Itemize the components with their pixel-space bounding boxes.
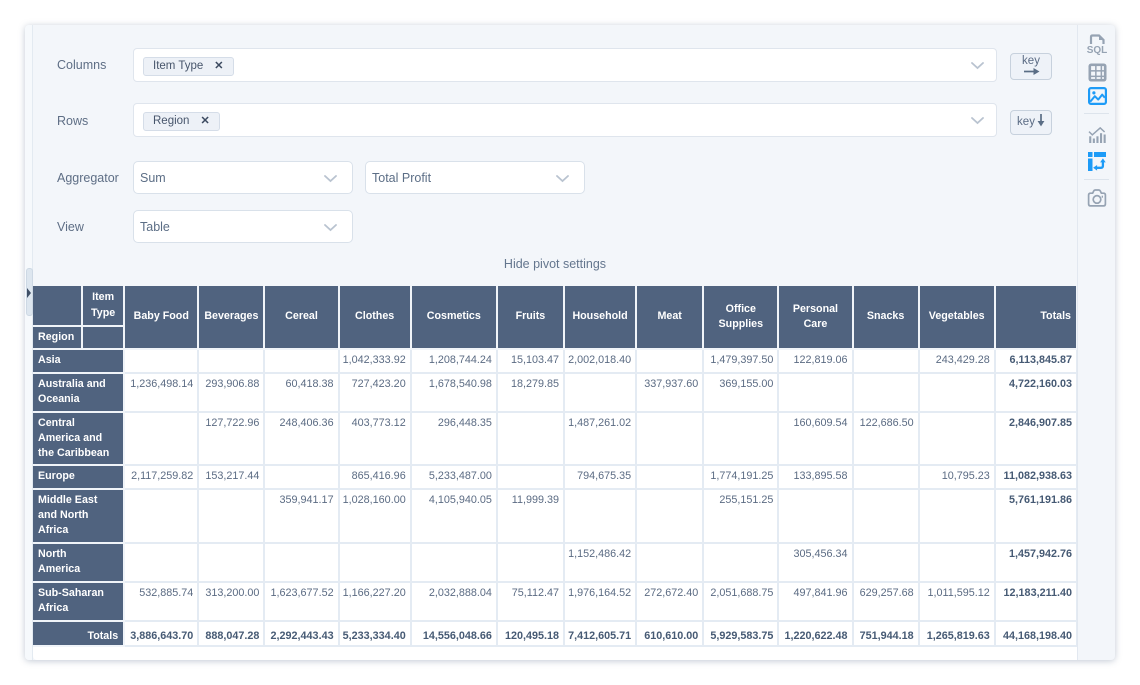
svg-text:SQL: SQL [1087,45,1107,55]
